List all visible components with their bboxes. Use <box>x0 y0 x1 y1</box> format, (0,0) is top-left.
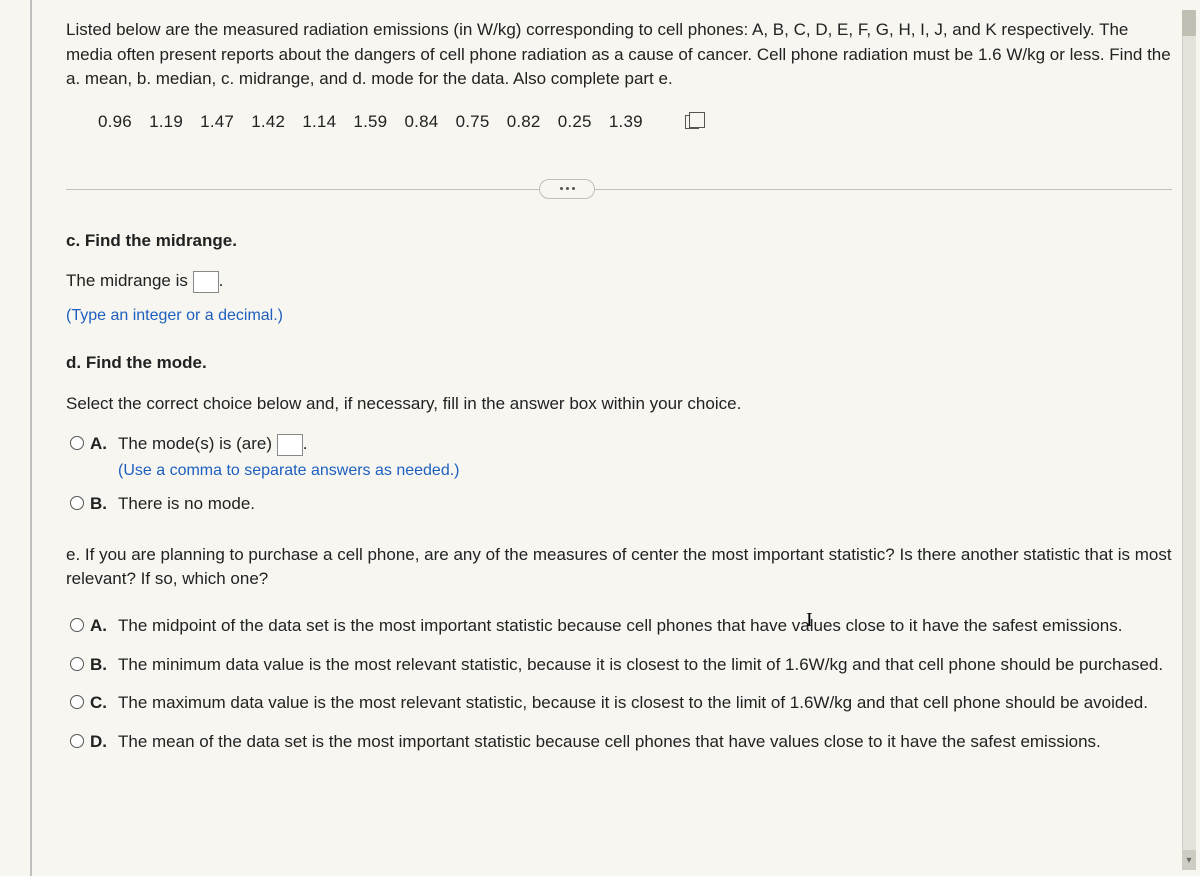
expand-pill[interactable] <box>539 179 595 199</box>
choice-label: C. <box>90 691 110 716</box>
part-d-heading: d. Find the mode. <box>66 353 207 372</box>
midrange-input[interactable] <box>193 271 219 293</box>
part-c: c. Find the midrange. The midrange is . … <box>66 229 1172 327</box>
part-d-choice-b[interactable]: B. There is no mode. <box>66 492 1172 517</box>
midrange-prefix: The midrange is <box>66 271 193 290</box>
choice-text: The minimum data value is the most relev… <box>118 653 1172 678</box>
part-c-heading: c. Find the midrange. <box>66 231 237 250</box>
midrange-suffix: . <box>219 271 224 290</box>
part-d: d. Find the mode. Select the correct cho… <box>66 351 1172 517</box>
choice-text: There is no mode. <box>118 492 1172 517</box>
choice-label: D. <box>90 730 110 755</box>
data-values-text: 0.96 1.19 1.47 1.42 1.14 1.59 0.84 0.75 … <box>98 110 643 135</box>
part-c-statement: The midrange is . <box>66 269 1172 294</box>
part-e-choices: I A. The midpoint of the data set is the… <box>66 614 1172 755</box>
mode-input[interactable] <box>277 434 303 456</box>
part-c-hint: (Type an integer or a decimal.) <box>66 304 1172 327</box>
scrollbar-down-button[interactable]: ▾ <box>1182 850 1196 870</box>
radio-icon[interactable] <box>70 657 84 671</box>
choice-label: B. <box>90 492 110 517</box>
question-intro: Listed below are the measured radiation … <box>66 18 1172 92</box>
choice-label: A. <box>90 614 110 639</box>
radio-icon[interactable] <box>70 734 84 748</box>
section-divider <box>66 179 1172 201</box>
divider-line <box>66 189 1172 190</box>
scrollbar-track[interactable] <box>1182 10 1196 870</box>
radio-icon[interactable] <box>70 436 84 450</box>
choice-text: The midpoint of the data set is the most… <box>118 614 1172 639</box>
radio-icon[interactable] <box>70 618 84 632</box>
part-e-choice-a[interactable]: A. The midpoint of the data set is the m… <box>66 614 1172 639</box>
mode-suffix: . <box>303 434 308 453</box>
radio-icon[interactable] <box>70 496 84 510</box>
part-e-question: e. If you are planning to purchase a cel… <box>66 543 1172 592</box>
choice-text: The maximum data value is the most relev… <box>118 691 1172 716</box>
choice-text: The mode(s) is (are) . (Use a comma to s… <box>118 432 1172 482</box>
mode-prefix: The mode(s) is (are) <box>118 434 277 453</box>
scrollbar-thumb[interactable] <box>1182 10 1196 36</box>
page: Listed below are the measured radiation … <box>0 0 1200 876</box>
content-area: Listed below are the measured radiation … <box>30 18 1200 755</box>
choice-label: A. <box>90 432 110 457</box>
radio-icon[interactable] <box>70 695 84 709</box>
part-e-choice-c[interactable]: C. The maximum data value is the most re… <box>66 691 1172 716</box>
part-d-choice-a[interactable]: A. The mode(s) is (are) . (Use a comma t… <box>66 432 1172 482</box>
part-e-choice-d[interactable]: D. The mean of the data set is the most … <box>66 730 1172 755</box>
part-e-choice-b[interactable]: B. The minimum data value is the most re… <box>66 653 1172 678</box>
part-e: e. If you are planning to purchase a cel… <box>66 543 1172 755</box>
part-d-instruction: Select the correct choice below and, if … <box>66 392 1172 417</box>
part-d-choices: A. The mode(s) is (are) . (Use a comma t… <box>66 432 1172 516</box>
choice-label: B. <box>90 653 110 678</box>
data-values-row: 0.96 1.19 1.47 1.42 1.14 1.59 0.84 0.75 … <box>66 110 1172 135</box>
copy-icon[interactable] <box>685 115 699 129</box>
choice-text: The mean of the data set is the most imp… <box>118 730 1172 755</box>
choice-subhint: (Use a comma to separate answers as need… <box>118 459 1172 482</box>
